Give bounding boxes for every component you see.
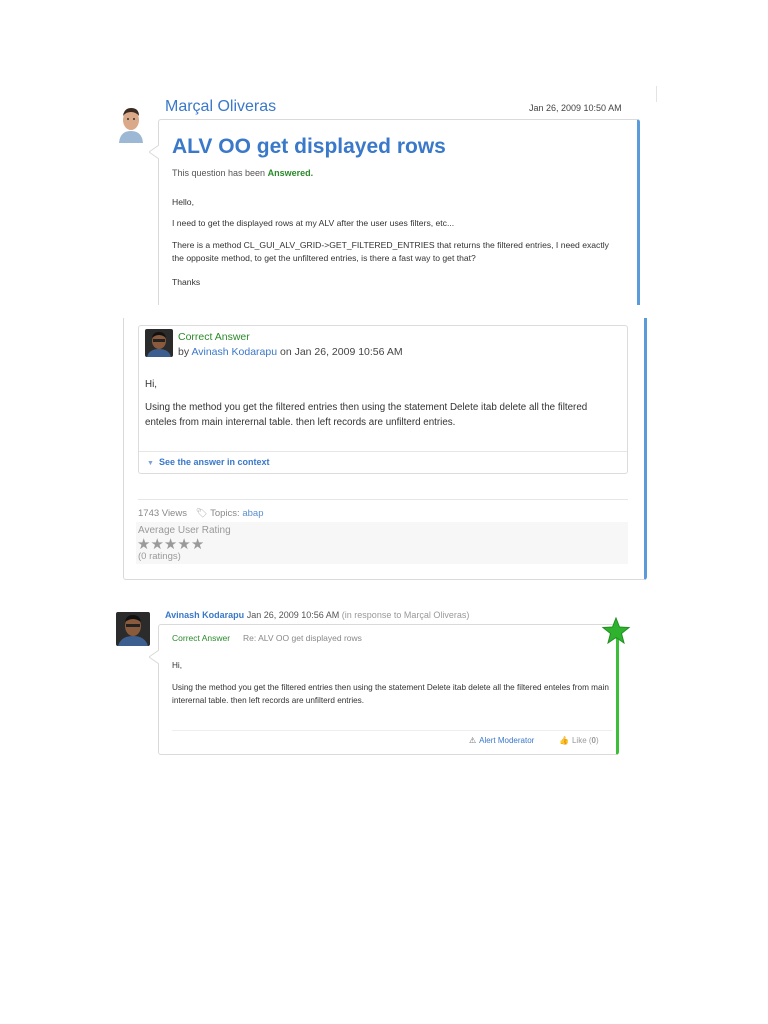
like-label: Like [571, 736, 587, 745]
thumbs-up-icon: 👍 [559, 736, 569, 745]
star-icon[interactable]: ★ [191, 536, 204, 553]
divider [138, 499, 628, 500]
divider [656, 86, 657, 102]
question-paragraph: There is a method CL_GUI_ALV_GRID->GET_F… [172, 240, 609, 263]
reply-date: Jan 26, 2009 10:56 AM [246, 610, 340, 620]
correct-answer-label: Correct Answer [178, 331, 250, 343]
speech-notch-icon [149, 650, 159, 664]
question-paragraph: Thanks [172, 277, 201, 287]
speech-notch-icon [149, 145, 159, 159]
like-button[interactable]: 👍 Like (0) [559, 736, 599, 745]
see-answer-in-context-link[interactable]: ▼ See the answer in context [147, 457, 269, 467]
question-paragraph: I need to get the displayed rows at my A… [172, 218, 455, 228]
chevron-down-icon: ▼ [147, 460, 154, 467]
question-title[interactable]: ALV OO get displayed rows [172, 135, 446, 159]
context-link-label: See the answer in context [158, 457, 270, 467]
divider [139, 451, 627, 452]
answer-byline: by Avinash Kodarapu on Jan 26, 2009 10:5… [178, 346, 403, 358]
warning-icon: ⚠ [469, 736, 477, 745]
like-count: 0 [591, 736, 596, 745]
question-status: This question has been Answered. [172, 168, 313, 178]
answer-author-link[interactable]: Avinash Kodarapu [191, 346, 277, 358]
reply-correct-answer-label: Correct Answer [172, 633, 231, 643]
divider [172, 730, 612, 731]
question-date: Jan 26, 2009 10:50 AM [529, 103, 622, 113]
reply-greeting: Hi, [172, 661, 183, 670]
reply-body: Using the method you get the filtered en… [172, 683, 609, 705]
in-response-to[interactable]: (in response to Marçal Oliveras) [342, 610, 470, 620]
answer-date: on Jan 26, 2009 10:56 AM [277, 346, 403, 358]
question-paragraph: Hello, [172, 197, 194, 207]
by-prefix: by [178, 346, 192, 358]
correct-answer-star-icon [601, 617, 631, 645]
status-prefix: This question has been [172, 168, 268, 178]
reply-author-avatar[interactable] [116, 612, 150, 646]
answer-author-avatar[interactable] [145, 329, 173, 357]
reply-header: Avinash Kodarapu Jan 26, 2009 10:56 AM (… [165, 610, 469, 620]
views-count: 1743 Views [138, 508, 187, 519]
ratings-count: (0 ratings) [138, 551, 181, 562]
reply-author-link[interactable]: Avinash Kodarapu [165, 610, 244, 620]
question-author-name[interactable]: Marçal Oliveras [165, 98, 276, 116]
status-answered: Answered. [267, 168, 314, 178]
answer-greeting: Hi, [145, 379, 157, 390]
question-author-avatar[interactable] [117, 105, 145, 143]
topic-link-abap[interactable]: abap [242, 508, 263, 519]
answer-body: Using the method you get the filtered en… [145, 402, 588, 428]
stats-line: 1743 Views 🏷 Topics: abap [138, 508, 263, 519]
alert-moderator-label: Alert Moderator [479, 736, 535, 745]
alert-moderator-link[interactable]: ⚠ Alert Moderator [469, 736, 534, 745]
reply-subject[interactable]: Re: ALV OO get displayed rows [243, 633, 362, 643]
tag-icon: 🏷 [195, 508, 208, 519]
topics-label: Topics: [210, 508, 240, 519]
